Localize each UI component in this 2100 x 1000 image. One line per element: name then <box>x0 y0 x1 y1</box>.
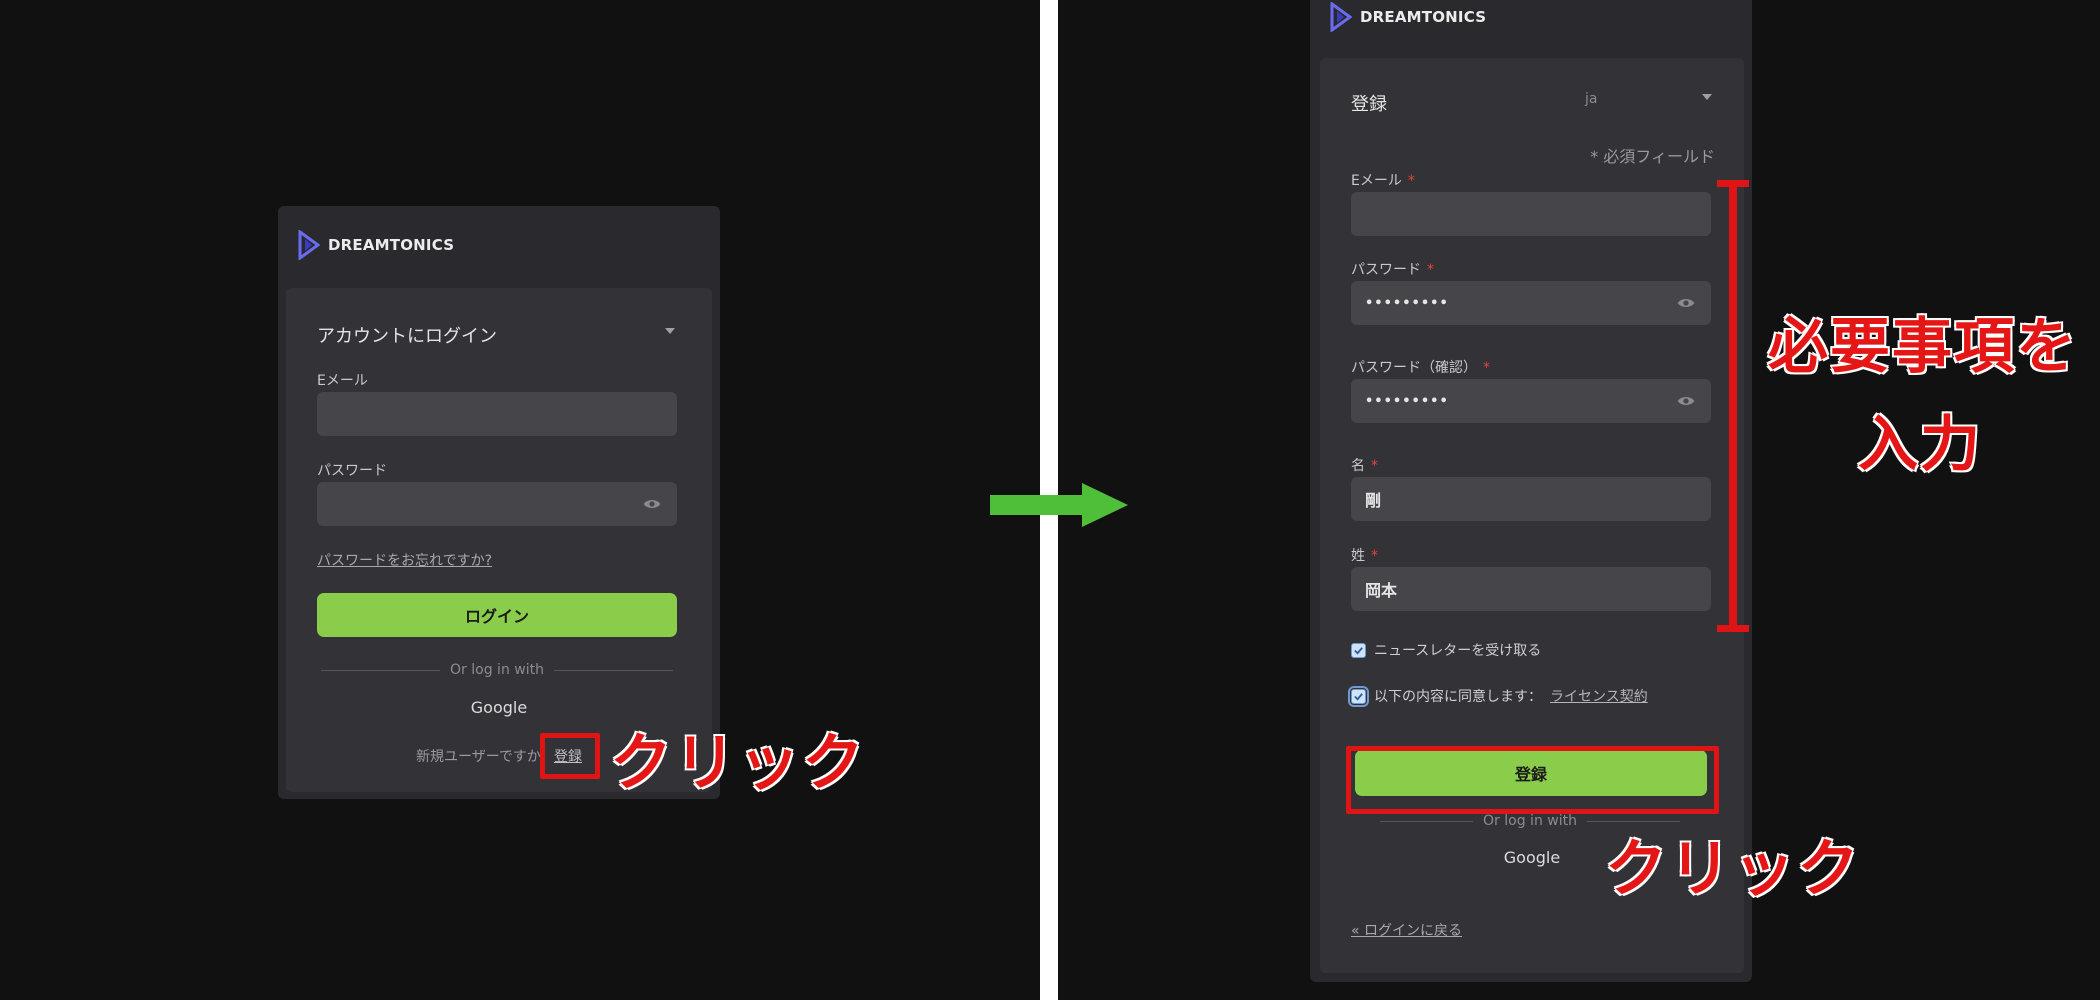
register-password-input[interactable]: ••••••••• <box>1351 281 1711 325</box>
language-select[interactable]: ja <box>1585 88 1715 114</box>
newsletter-label: ニュースレターを受け取る <box>1374 643 1542 659</box>
register-email-input[interactable] <box>1351 192 1711 236</box>
brand-logo: DREAMTONICS <box>298 230 454 260</box>
email-input[interactable] <box>317 392 677 436</box>
or-text: Or log in with <box>1483 813 1577 829</box>
brand-logo-right: DREAMTONICS <box>1330 2 1486 32</box>
forgot-password-link[interactable]: パスワードをお忘れですか? <box>317 550 492 570</box>
brand-name: DREAMTONICS <box>328 236 455 254</box>
password-label: パスワード <box>317 463 387 479</box>
chevron-down-icon <box>1702 94 1712 100</box>
agree-label: 以下の内容に同意します： <box>1374 689 1542 705</box>
new-user-text: 新規ユーザーですか <box>416 749 541 765</box>
back-to-login-link[interactable]: « ログインに戻る <box>1351 920 1462 940</box>
password-label: パスワード * <box>1351 262 1434 278</box>
chevron-down-icon[interactable] <box>665 328 675 334</box>
or-text: Or log in with <box>450 662 544 678</box>
language-value: ja <box>1585 91 1598 107</box>
register-title: 登録 <box>1351 94 1387 115</box>
agree-row: 以下の内容に同意します： ライセンス契約 <box>1348 685 1648 707</box>
eye-icon[interactable] <box>643 495 661 513</box>
confirm-password-label: パスワード（確認） * <box>1351 360 1490 376</box>
confirm-password-input[interactable]: ••••••••• <box>1351 379 1711 423</box>
click-annotation-left: クリック <box>609 725 867 800</box>
newsletter-checkbox[interactable] <box>1351 642 1366 658</box>
login-button[interactable]: ログイン <box>317 593 677 637</box>
fill-annotation-line1: 必要事項を <box>1767 311 2078 383</box>
register-button-highlight <box>1346 746 1719 814</box>
dreamtonics-logo-icon <box>298 230 320 260</box>
checkmark-icon <box>1354 692 1363 701</box>
newsletter-row: ニュースレターを受け取る <box>1351 640 1541 660</box>
eye-icon[interactable] <box>1677 392 1695 410</box>
dreamtonics-logo-icon <box>1330 2 1352 32</box>
required-note: * 必須フィールド <box>1590 147 1715 166</box>
brand-name: DREAMTONICS <box>1360 8 1487 26</box>
password-input[interactable] <box>317 482 677 526</box>
email-label: Eメール <box>317 373 368 389</box>
arrow-right-icon <box>990 483 1128 527</box>
last-name-label: 姓 * <box>1351 548 1378 564</box>
email-label: Eメール * <box>1351 173 1415 189</box>
register-link-highlight <box>540 733 600 779</box>
first-name-input[interactable]: 剛 <box>1351 477 1711 521</box>
bracket-annotation <box>1717 180 1749 632</box>
eye-icon[interactable] <box>1677 294 1695 312</box>
license-agreement-link[interactable]: ライセンス契約 <box>1550 686 1648 706</box>
fill-annotation-line2: 入力 <box>1857 409 1982 481</box>
or-divider: Or log in with <box>321 662 673 678</box>
login-title: アカウントにログイン <box>317 326 497 347</box>
first-name-label: 名 * <box>1351 458 1378 474</box>
agree-checkbox[interactable] <box>1348 685 1369 707</box>
checkmark-icon <box>1354 646 1363 655</box>
last-name-input[interactable]: 岡本 <box>1351 567 1711 611</box>
click-annotation-right: クリック <box>1604 831 1862 906</box>
login-card: DREAMTONICS アカウントにログイン Eメール パスワード パスワードを… <box>278 206 720 799</box>
